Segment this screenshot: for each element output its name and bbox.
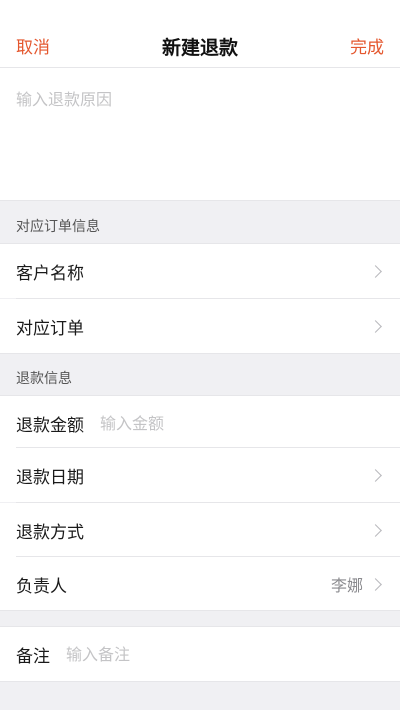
cancel-button[interactable]: 取消 [16,33,50,58]
owner-value: 李娜 [330,576,363,595]
chevron-right-icon [369,523,382,537]
customer-name-label: 客户名称 [16,263,84,284]
order-info-header: 对应订单信息 [16,219,100,235]
section-divider [0,610,400,611]
refund-reason-input[interactable] [16,86,384,186]
related-order-row[interactable]: 对应订单 [0,299,400,353]
refund-amount-input[interactable] [100,413,340,433]
owner-label: 负责人 [16,576,67,597]
section-divider [0,681,400,682]
refund-reason-box [0,68,400,201]
refund-amount-row: 退款金额 [0,396,400,450]
refund-amount-label: 退款金额 [16,415,84,436]
refund-date-label: 退款日期 [16,467,84,488]
nav-bar: 取消 新建退款 完成 [0,0,400,68]
chevron-right-icon [369,468,382,482]
remark-label: 备注 [16,646,50,667]
remark-input[interactable] [66,644,306,664]
refund-method-row[interactable]: 退款方式 [0,503,400,557]
page-title: 新建退款 [161,37,238,59]
customer-name-row[interactable]: 客户名称 [0,244,400,298]
related-order-label: 对应订单 [16,318,84,339]
chevron-right-icon [369,319,382,333]
done-button[interactable]: 完成 [350,33,384,58]
refund-date-row[interactable]: 退款日期 [0,448,400,502]
refund-info-header: 退款信息 [16,371,72,387]
chevron-right-icon [369,577,382,591]
remark-row: 备注 [0,627,400,681]
chevron-right-icon [369,264,382,278]
refund-method-label: 退款方式 [16,522,84,543]
owner-row[interactable]: 负责人 李娜 [0,557,400,611]
